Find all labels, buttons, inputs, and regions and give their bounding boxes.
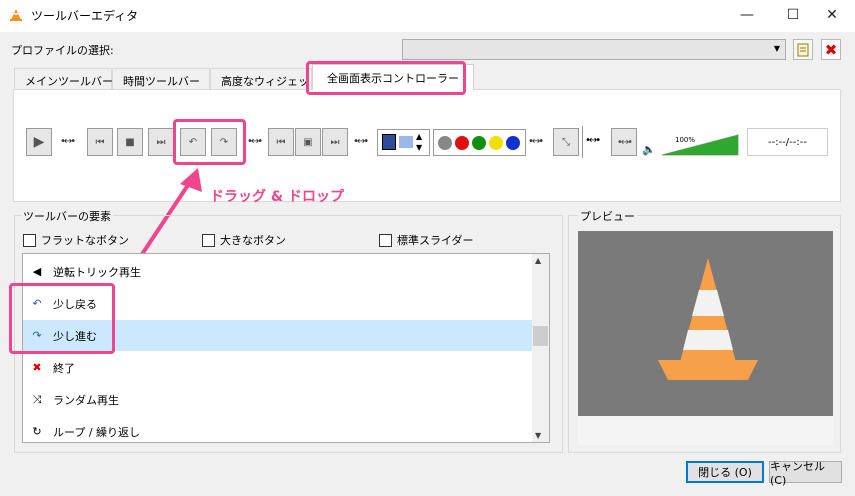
input-chooser-icon[interactable]: ▲ ▼ [377, 129, 430, 156]
toolbar-elements-title: ツールバーの要素 [21, 208, 113, 224]
list-item-label: 終了 [53, 361, 75, 375]
checkbox-box [379, 233, 392, 247]
window-title: ツールバーエディタ [31, 9, 139, 23]
list-scrollbar[interactable]: ▲ ▼ [532, 254, 549, 442]
window-icon [399, 136, 413, 148]
standard-slider-label: 標準スライダー [397, 234, 474, 247]
save-profile-button[interactable] [793, 39, 813, 60]
spacer-icon[interactable]: •↔• [528, 136, 544, 147]
fullscreen-icon [382, 134, 396, 150]
tab-main-toolbar[interactable]: メインツールバー [14, 68, 113, 89]
vlc-cone-icon [10, 9, 22, 21]
volume-percent: 100% [675, 136, 696, 144]
preview-toolbar [578, 416, 833, 445]
stop-icon[interactable]: ■ [117, 128, 143, 156]
volume-slider[interactable] [660, 133, 740, 157]
scroll-up-icon[interactable]: ▲ [535, 256, 541, 265]
spacer-icon[interactable]: •↔• [60, 136, 76, 147]
blue-circle-icon[interactable] [506, 136, 520, 150]
profile-select[interactable]: ▼ [402, 39, 786, 60]
standard-slider-checkbox[interactable]: 標準スライダー [379, 232, 474, 248]
speaker-icon[interactable]: 🔈 [642, 143, 656, 156]
notepad-icon [797, 43, 809, 56]
toolbar-highlight-box [173, 119, 246, 165]
list-item-label: 逆転トリック再生 [53, 265, 141, 279]
play-icon[interactable]: ▶ [26, 128, 52, 156]
list-item-label: ランダム再生 [53, 393, 119, 407]
flat-buttons-label: フラットなボタン [41, 234, 129, 247]
big-buttons-checkbox[interactable]: 大きなボタン [202, 232, 286, 248]
list-item[interactable]: ⤨ ランダム再生 [23, 384, 533, 415]
big-buttons-label: 大きなボタン [220, 234, 286, 247]
preview-title: プレビュー [578, 208, 637, 224]
color-buttons-group [433, 129, 526, 156]
quit-icon: ✖ [32, 361, 42, 374]
list-item[interactable]: ↻ ループ / 繰り返し [23, 416, 533, 442]
defullscreen-icon[interactable]: ⤡ [553, 128, 579, 156]
minimize-button[interactable]: — [724, 0, 770, 30]
list-highlight-box [9, 283, 115, 354]
next-icon[interactable]: ⏭ [148, 128, 174, 156]
scroll-thumb[interactable] [533, 326, 548, 346]
green-circle-icon[interactable] [472, 136, 486, 150]
loop-icon: ↻ [32, 425, 42, 438]
frame-back-icon[interactable]: ⏮ [268, 128, 294, 156]
tab-time-toolbar[interactable]: 時間ツールバー [112, 68, 210, 89]
scroll-down-icon[interactable]: ▼ [535, 431, 541, 440]
drag-drop-annotation: ドラッグ & ドロップ [210, 189, 344, 205]
checkbox-box [202, 233, 215, 247]
flat-buttons-checkbox[interactable]: フラットなボタン [23, 232, 129, 248]
vlc-cone-image [658, 258, 758, 380]
frame-icon[interactable]: ▣ [295, 128, 321, 156]
spacer-icon[interactable]: •↔• [611, 128, 637, 156]
delete-icon: ✖ [824, 40, 838, 59]
delete-profile-button[interactable]: ✖ [821, 39, 841, 60]
chevron-down-icon: ▼ [773, 44, 780, 53]
tab-highlight-box [306, 61, 466, 95]
shuffle-icon: ⤨ [32, 392, 42, 406]
time-display: --:--/--:-- [747, 128, 828, 156]
spacer-icon[interactable]: •↔• [247, 136, 263, 147]
frame-forward-icon[interactable]: ⏭ [322, 128, 348, 156]
yellow-circle-icon[interactable] [489, 136, 503, 150]
spacer-icon[interactable]: •↔• [353, 136, 369, 147]
profile-label: プロファイルの選択: [11, 44, 114, 57]
spin-buttons-icon[interactable]: ▲ ▼ [416, 131, 422, 153]
checkbox-box [23, 233, 36, 247]
list-item[interactable]: ✖ 終了 [23, 352, 533, 383]
tab-advanced-widgets[interactable]: 高度なウィジェット [210, 68, 320, 89]
list-item-label: ループ / 繰り返し [53, 425, 141, 439]
previous-icon[interactable]: ⏮ [87, 128, 113, 156]
spacer-expand-icon[interactable]: •↔• [582, 126, 610, 158]
red-circle-icon[interactable] [455, 136, 469, 150]
cancel-button[interactable]: キャンセル (C) [769, 460, 842, 487]
gray-circle-icon[interactable] [438, 136, 452, 150]
reverse-play-icon: ◀ [32, 265, 42, 278]
close-button[interactable]: 閉じる (O) [686, 461, 764, 483]
close-window-button[interactable]: ✕ [809, 0, 855, 30]
